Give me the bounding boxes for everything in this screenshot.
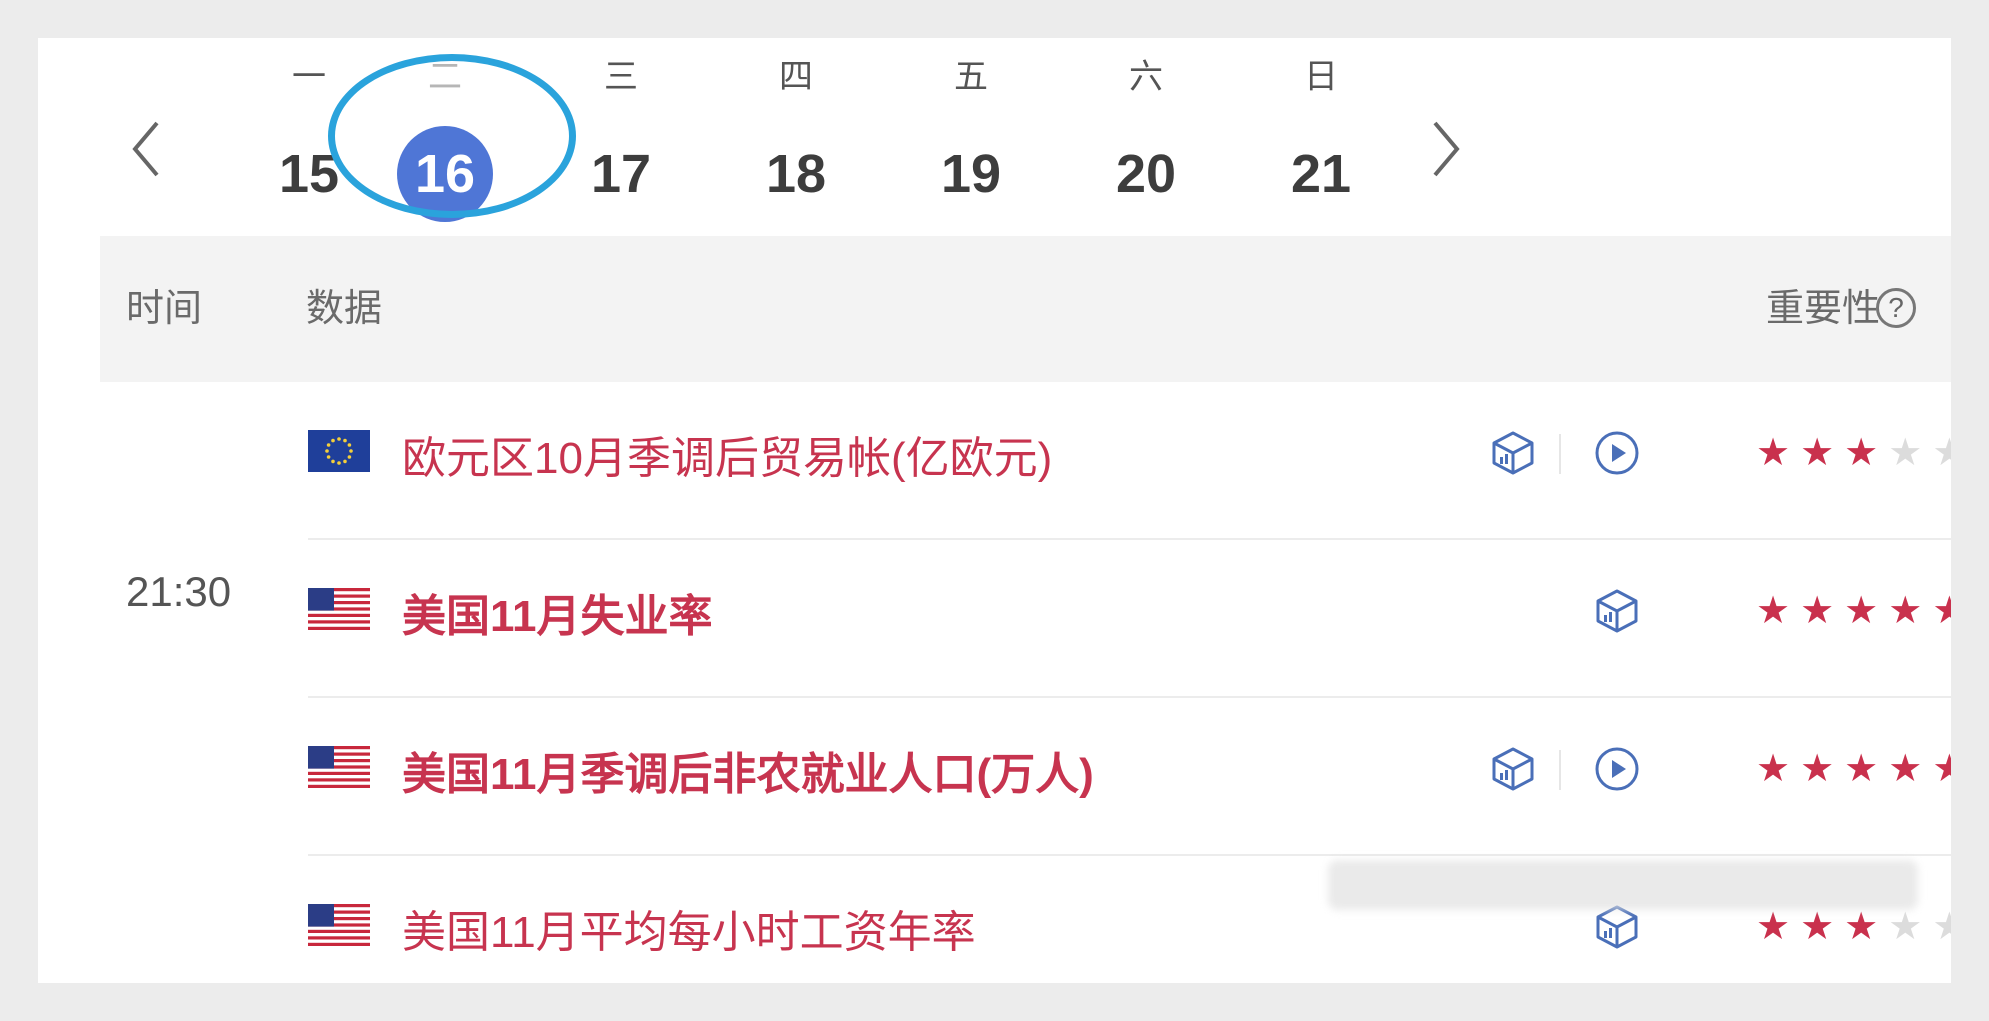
day-17[interactable]: 三 17	[566, 50, 676, 222]
day-21[interactable]: 日 21	[1266, 50, 1376, 222]
blurred-watermark	[1328, 860, 1918, 910]
importance-stars: ★ ★ ★ ★ ★	[1756, 744, 1951, 794]
header-importance: 重要性	[1766, 288, 1881, 330]
event-title[interactable]: 美国11月失业率	[402, 580, 713, 644]
table-row[interactable]: 欧元区10月季调后贸易帐(亿欧元) ★ ★ ★ ★ ★	[308, 382, 1951, 540]
header-data: 数据	[306, 288, 383, 330]
date-number: 20	[1115, 144, 1177, 204]
event-title[interactable]: 欧元区10月季调后贸易帐(亿欧元)	[402, 422, 1052, 486]
date-number: 21	[1290, 144, 1352, 204]
weekday-label: 日	[1304, 58, 1338, 96]
play-icon[interactable]	[1592, 428, 1642, 478]
star-icon: ★	[1756, 590, 1791, 632]
us-flag-icon	[308, 904, 370, 946]
chevron-right-icon	[1433, 121, 1460, 177]
event-title[interactable]: 美国11月平均每小时工资年率	[402, 896, 976, 960]
date-number: 18	[765, 144, 827, 204]
date-number: 16	[397, 126, 493, 222]
star-icon: ★	[1932, 432, 1951, 474]
eu-flag-icon	[308, 430, 370, 472]
date-number: 15	[278, 144, 340, 204]
star-icon: ★	[1756, 748, 1791, 790]
chevron-left-icon	[132, 121, 159, 177]
day-18[interactable]: 四 18	[741, 50, 851, 222]
star-icon: ★	[1932, 906, 1951, 948]
star-icon: ★	[1932, 748, 1951, 790]
time-cell: 21:30	[126, 568, 232, 615]
weekday-label: 二	[428, 58, 462, 96]
header-time: 时间	[126, 288, 203, 330]
table-row[interactable]: 美国11月失业率 ★ ★ ★ ★ ★	[308, 540, 1951, 698]
star-icon: ★	[1932, 590, 1951, 632]
importance-stars: ★ ★ ★ ★ ★	[1756, 586, 1951, 636]
star-icon: ★	[1800, 748, 1835, 790]
us-flag-icon	[308, 746, 370, 788]
star-icon: ★	[1888, 748, 1923, 790]
icon-separator	[1559, 750, 1561, 790]
star-icon: ★	[1800, 590, 1835, 632]
day-16[interactable]: 二 16	[390, 50, 500, 222]
prev-week-button[interactable]	[120, 104, 172, 194]
importance-stars: ★ ★ ★ ★ ★	[1756, 428, 1951, 478]
weekday-label: 五	[954, 58, 988, 96]
date-number: 17	[590, 144, 652, 204]
calendar-card: 一 15 二 16 三 17 四 18 五 19 六 20 日 21 时间 数据…	[38, 38, 1951, 983]
cube-chart-icon[interactable]	[1592, 586, 1642, 636]
play-icon[interactable]	[1592, 744, 1642, 794]
cube-chart-icon[interactable]	[1488, 744, 1538, 794]
weekday-label: 四	[779, 58, 813, 96]
star-icon: ★	[1844, 748, 1879, 790]
star-icon: ★	[1844, 432, 1879, 474]
star-icon: ★	[1888, 590, 1923, 632]
weekday-label: 三	[604, 58, 638, 96]
icon-separator	[1559, 434, 1561, 474]
cube-chart-icon[interactable]	[1488, 428, 1538, 478]
star-icon: ★	[1756, 432, 1791, 474]
star-icon: ★	[1800, 432, 1835, 474]
weekday-label: 一	[292, 58, 326, 96]
star-icon: ★	[1888, 432, 1923, 474]
table-row[interactable]: 美国11月季调后非农就业人口(万人) ★ ★ ★ ★ ★	[308, 698, 1951, 856]
day-19[interactable]: 五 19	[916, 50, 1026, 222]
event-title[interactable]: 美国11月季调后非农就业人口(万人)	[402, 738, 1094, 802]
day-20[interactable]: 六 20	[1091, 50, 1201, 222]
star-icon: ★	[1844, 590, 1879, 632]
us-flag-icon	[308, 588, 370, 630]
day-15[interactable]: 一 15	[254, 50, 364, 222]
date-number: 19	[940, 144, 1002, 204]
table-header: 时间 数据 重要性 ?	[100, 236, 1951, 382]
next-week-button[interactable]	[1420, 104, 1472, 194]
help-icon[interactable]: ?	[1876, 288, 1916, 328]
weekday-label: 六	[1129, 58, 1163, 96]
